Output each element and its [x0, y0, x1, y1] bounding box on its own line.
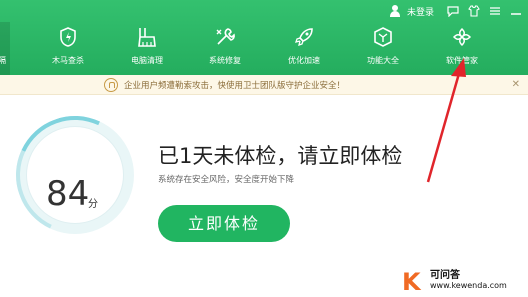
watermark-url: www.kewenda.com: [430, 281, 507, 290]
nav-item-label: 优化加速: [288, 56, 320, 65]
nav-item-partial[interactable]: 隔: [0, 22, 10, 75]
nav-item-label: 系统修复: [209, 56, 241, 65]
start-check-button[interactable]: 立即体检: [158, 205, 290, 242]
login-link[interactable]: 未登录: [407, 5, 434, 18]
nav-item-all-features[interactable]: 功能大全: [353, 22, 413, 75]
page-title: 已1天未体检，请立即体检: [158, 144, 403, 168]
title-bar: 未登录: [389, 0, 528, 22]
nav-item-trojan-scan[interactable]: 木马查杀: [38, 22, 98, 75]
broom-icon: [136, 26, 158, 48]
nav-item-pc-cleanup[interactable]: 电脑清理: [117, 22, 177, 75]
close-icon[interactable]: ✕: [512, 79, 520, 90]
toolbox-icon: [372, 26, 394, 48]
software-manager-icon: [451, 26, 473, 48]
nav-item-optimize-speed[interactable]: 优化加速: [274, 22, 334, 75]
notice-icon: [104, 78, 118, 92]
nav-item-label: 功能大全: [367, 56, 399, 65]
status-subtitle: 系统存在安全风险，安全度开始下降: [158, 175, 295, 185]
skin-icon[interactable]: [465, 2, 483, 20]
nav-item-label: 隔: [0, 56, 6, 65]
health-score-unit: 分: [88, 199, 98, 210]
nav-item-label: 电脑清理: [131, 56, 163, 65]
nav-item-label: 木马查杀: [52, 56, 84, 65]
shield-icon: [57, 26, 79, 48]
watermark-name: 可问答: [430, 270, 460, 281]
notice-link[interactable]: 企业用户频遭勒索攻击，快使用卫士团队版守护企业安全！: [124, 79, 345, 91]
minimize-icon[interactable]: [507, 2, 525, 20]
annotation-arrow-icon: [426, 58, 466, 183]
nav-item-system-repair[interactable]: 系统修复: [195, 22, 255, 75]
watermark-logo: K: [402, 268, 421, 296]
menu-icon[interactable]: [486, 2, 504, 20]
rocket-icon: [293, 26, 315, 48]
feedback-icon[interactable]: [444, 2, 462, 20]
user-icon[interactable]: [389, 5, 401, 17]
wrench-icon: [214, 26, 236, 48]
watermark: K 可问答 www.kewenda.com: [402, 265, 524, 296]
health-score-value: 84: [46, 174, 90, 214]
